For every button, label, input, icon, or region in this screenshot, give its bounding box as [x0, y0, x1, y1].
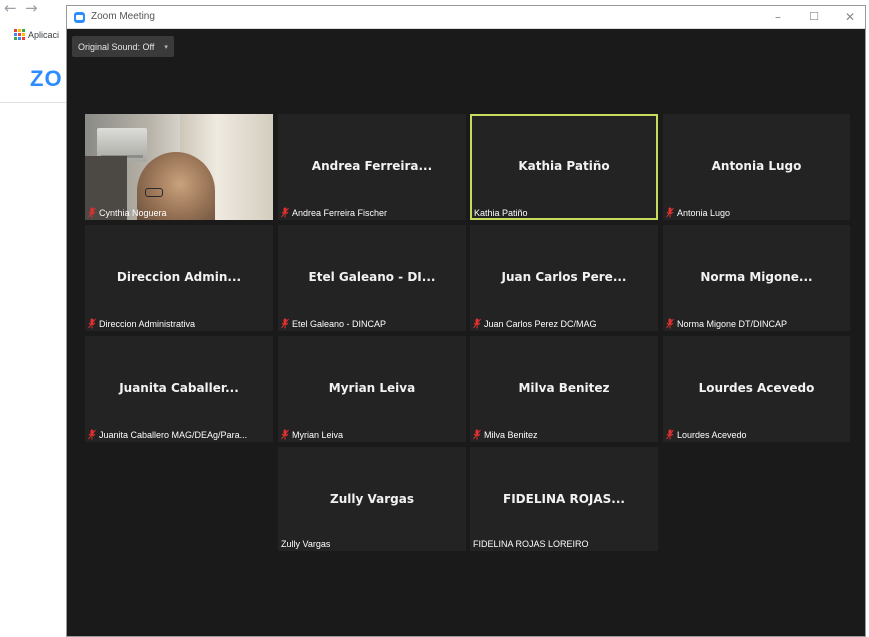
- participant-label-text: Juan Carlos Perez DC/MAG: [484, 318, 597, 329]
- participant-tile[interactable]: Norma Migone... Norma Migone DT/DINCAP: [663, 225, 850, 331]
- participant-label: Norma Migone DT/DINCAP: [666, 318, 787, 329]
- participant-label: Andrea Ferreira Fischer: [281, 207, 387, 218]
- apps-label: Aplicaci: [28, 29, 60, 40]
- mic-muted-icon: [666, 429, 674, 440]
- mic-muted-icon: [473, 429, 481, 440]
- participant-tile[interactable]: Milva Benitez Milva Benitez: [470, 336, 658, 442]
- participant-label-text: Milva Benitez: [484, 429, 538, 440]
- participant-label: Kathia Patiño: [474, 208, 528, 218]
- participant-display-name: Juanita Caballer...: [119, 381, 239, 395]
- original-sound-button[interactable]: Original Sound: Off ▾: [72, 36, 174, 57]
- participant-label-text: Andrea Ferreira Fischer: [292, 207, 388, 218]
- forward-arrow-icon[interactable]: →: [25, 0, 38, 16]
- participant-label: Milva Benitez: [473, 429, 538, 440]
- original-sound-label: Original Sound: Off: [78, 41, 155, 52]
- participant-video: [85, 114, 273, 220]
- participant-label: Myrian Leiva: [281, 429, 343, 440]
- participant-display-name: Etel Galeano - DI...: [308, 270, 436, 284]
- participant-label-text: Cynthia Noguera: [99, 207, 167, 218]
- participant-label-text: Kathia Patiño: [474, 208, 528, 218]
- window-title: Zoom Meeting: [91, 11, 155, 22]
- mic-muted-icon: [281, 429, 289, 440]
- participant-label: Direccion Administrativa: [88, 318, 195, 329]
- participant-label: Juan Carlos Perez DC/MAG: [473, 318, 597, 329]
- participant-tile[interactable]: Juan Carlos Pere... Juan Carlos Perez DC…: [470, 225, 658, 331]
- mic-muted-icon: [88, 207, 96, 218]
- participant-label-text: Direccion Administrativa: [99, 318, 196, 329]
- participant-tile[interactable]: FIDELINA ROJAS... FIDELINA ROJAS LOREIRO: [470, 447, 658, 551]
- participant-label: Etel Galeano - DINCAP: [281, 318, 386, 329]
- participant-display-name: Milva Benitez: [518, 381, 610, 395]
- apps-grid-icon: [14, 29, 25, 40]
- participant-label-text: Lourdes Acevedo: [677, 429, 747, 440]
- title-bar[interactable]: Zoom Meeting – ☐ ✕: [67, 6, 865, 29]
- participant-tile[interactable]: Direccion Admin... Direccion Administrat…: [85, 225, 273, 331]
- participant-label: FIDELINA ROJAS LOREIRO: [473, 539, 589, 549]
- zoom-logo: ZO: [30, 66, 63, 91]
- participant-tile[interactable]: Andrea Ferreira... Andrea Ferreira Fisch…: [278, 114, 466, 220]
- participant-label: Juanita Caballero MAG/DEAg/Para...: [88, 429, 247, 440]
- participant-tile[interactable]: Antonia Lugo Antonia Lugo: [663, 114, 850, 220]
- participant-display-name: Kathia Patiño: [518, 159, 610, 173]
- back-arrow-icon[interactable]: ←: [4, 0, 17, 16]
- participant-tile[interactable]: Etel Galeano - DI... Etel Galeano - DINC…: [278, 225, 466, 331]
- zoom-app-icon: [74, 12, 85, 23]
- participant-display-name: Lourdes Acevedo: [698, 381, 815, 395]
- caret-down-icon[interactable]: ▾: [164, 43, 168, 51]
- close-button[interactable]: ✕: [839, 8, 861, 26]
- mic-muted-icon: [88, 318, 96, 329]
- participant-display-name: Zully Vargas: [330, 492, 414, 506]
- participant-tile[interactable]: Myrian Leiva Myrian Leiva: [278, 336, 466, 442]
- active-speaker-tile[interactable]: Kathia Patiño Kathia Patiño: [470, 114, 658, 220]
- mic-muted-icon: [281, 207, 289, 218]
- mic-muted-icon: [473, 318, 481, 329]
- participant-display-name: FIDELINA ROJAS...: [503, 492, 625, 506]
- bookmark-apps[interactable]: Aplicaci: [14, 29, 59, 40]
- mic-muted-icon: [88, 429, 96, 440]
- participant-label: Zully Vargas: [281, 539, 330, 549]
- mic-muted-icon: [666, 207, 674, 218]
- participant-tile[interactable]: Juanita Caballer... Juanita Caballero MA…: [85, 336, 273, 442]
- participant-label: Cynthia Noguera: [88, 207, 167, 218]
- participant-label: Antonia Lugo: [666, 207, 730, 218]
- participant-label-text: FIDELINA ROJAS LOREIRO: [473, 539, 589, 549]
- page-divider: [0, 102, 70, 103]
- participant-label-text: Myrian Leiva: [292, 429, 344, 440]
- participant-tile[interactable]: Lourdes Acevedo Lourdes Acevedo: [663, 336, 850, 442]
- participant-label-text: Norma Migone DT/DINCAP: [677, 318, 788, 329]
- mic-muted-icon: [281, 318, 289, 329]
- participant-display-name: Andrea Ferreira...: [311, 159, 433, 173]
- zoom-meeting-window: Zoom Meeting – ☐ ✕ Original Sound: Off ▾…: [66, 5, 866, 637]
- participant-display-name: Norma Migone...: [700, 270, 813, 284]
- mic-muted-icon: [666, 318, 674, 329]
- participant-display-name: Myrian Leiva: [328, 381, 416, 395]
- participant-display-name: Antonia Lugo: [711, 159, 802, 173]
- participant-label-text: Etel Galeano - DINCAP: [292, 318, 387, 329]
- participant-tile[interactable]: Zully Vargas Zully Vargas: [278, 447, 466, 551]
- participant-display-name: Direccion Admin...: [116, 270, 242, 284]
- participant-label-text: Juanita Caballero MAG/DEAg/Para...: [99, 429, 248, 440]
- minimize-button[interactable]: –: [767, 8, 789, 26]
- participant-label-text: Zully Vargas: [281, 539, 331, 549]
- participant-label: Lourdes Acevedo: [666, 429, 747, 440]
- maximize-button[interactable]: ☐: [803, 8, 825, 26]
- participant-tile[interactable]: Cynthia Noguera: [85, 114, 273, 220]
- participant-label-text: Antonia Lugo: [677, 207, 731, 218]
- participant-display-name: Juan Carlos Pere...: [501, 270, 627, 284]
